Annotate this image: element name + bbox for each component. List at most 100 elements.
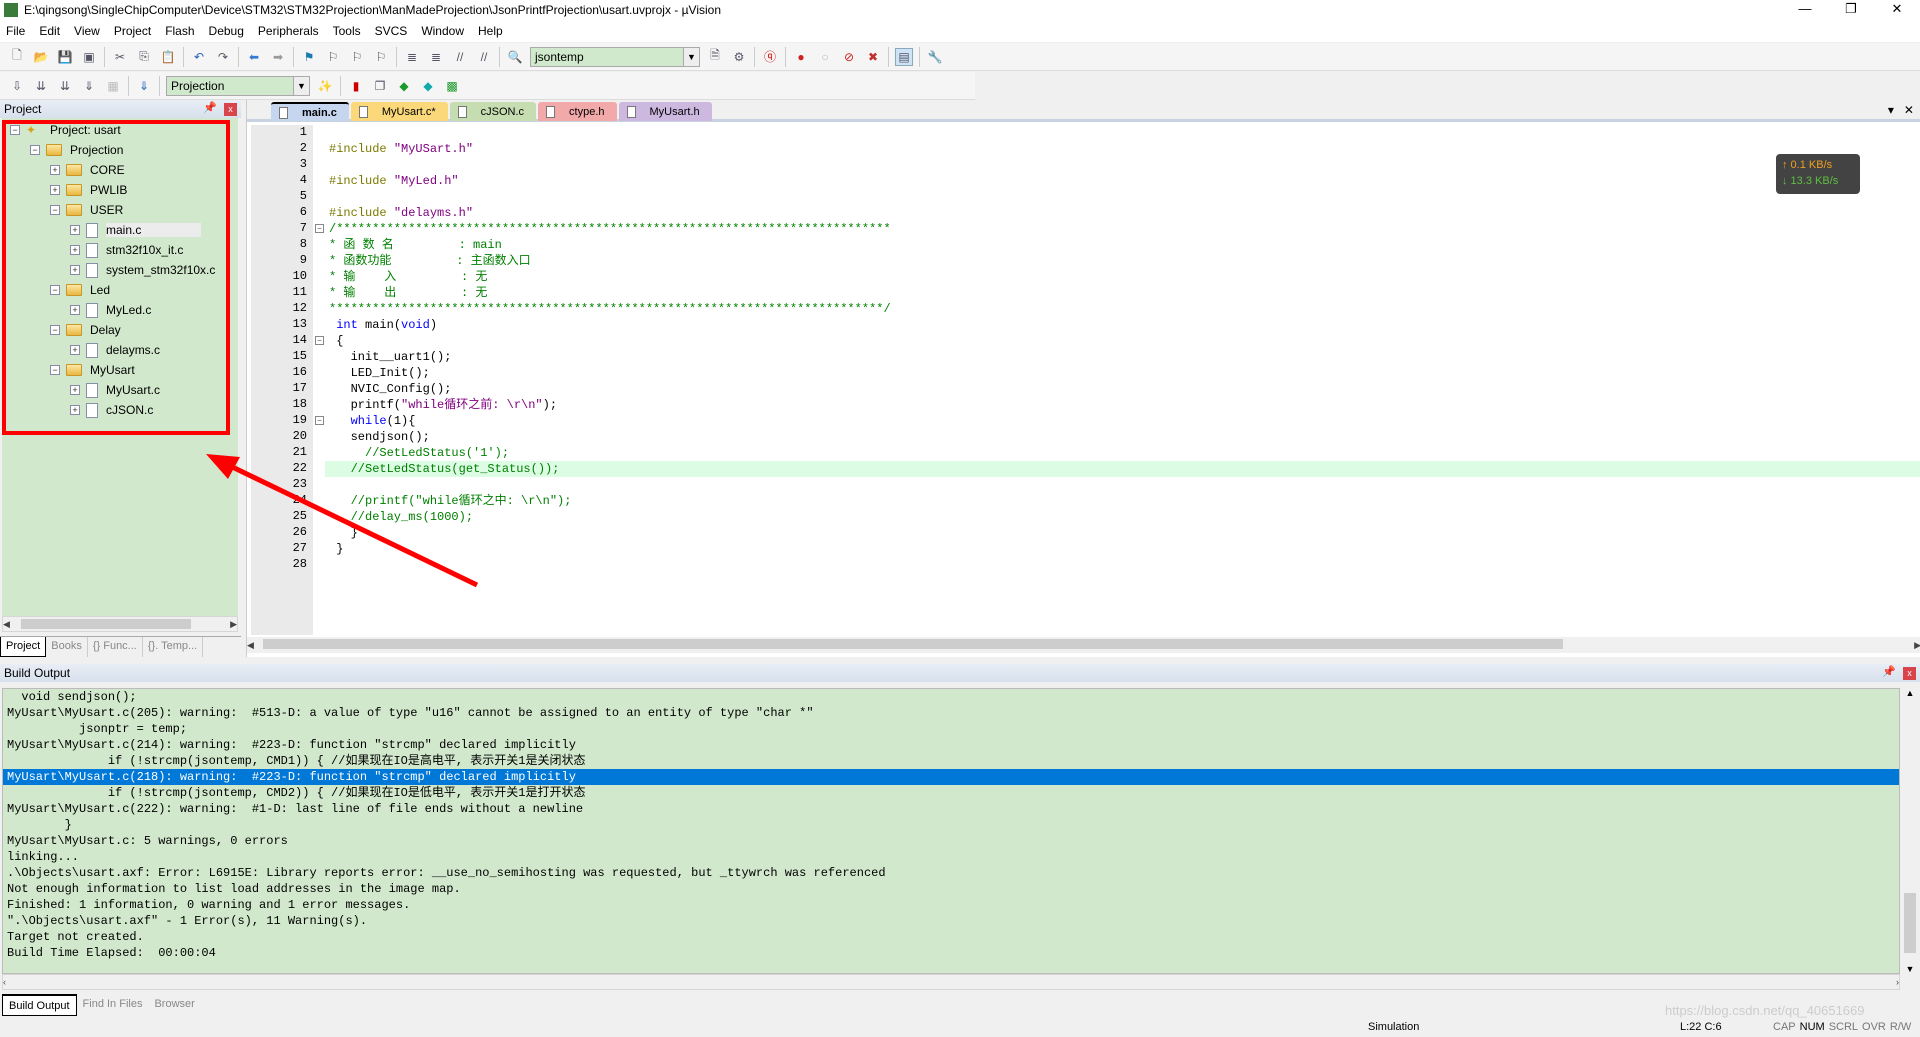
select-software-packs-icon[interactable]: ◆ [419, 77, 437, 95]
close-button[interactable]: ✕ [1874, 0, 1920, 18]
nav-back-icon[interactable]: ⬅ [245, 48, 263, 66]
panel-tab-3[interactable]: {}. Temp... [143, 637, 204, 657]
chevron-down-icon[interactable]: ▼ [683, 47, 699, 66]
menu-window[interactable]: Window [421, 24, 464, 38]
breakpoint-icon[interactable]: ● [792, 48, 810, 66]
menu-debug[interactable]: Debug [209, 24, 244, 38]
scroll-right-icon[interactable]: ▶ [230, 619, 237, 630]
indent-icon[interactable]: ≣ [403, 48, 421, 66]
clear-bookmarks-icon[interactable]: ⚐ [372, 48, 390, 66]
kill-breakpoints-icon[interactable]: ✖ [864, 48, 882, 66]
menu-tools[interactable]: Tools [333, 24, 361, 38]
comment-icon[interactable]: // [451, 48, 469, 66]
build-output-hscrollbar[interactable]: ‹ › [2, 974, 1900, 990]
debug-session-icon[interactable]: ⓠ [761, 48, 779, 66]
find-in-files-icon[interactable]: 🔍 [506, 48, 524, 66]
new-file-icon[interactable]: 🗋 [8, 48, 26, 66]
disable-breakpoint-icon[interactable]: ○ [816, 48, 834, 66]
pin-icon[interactable]: 📌 [1882, 665, 1896, 678]
save-icon[interactable]: 💾 [56, 48, 74, 66]
disable-all-breakpoints-icon[interactable]: ⊘ [840, 48, 858, 66]
fold-toggle-icon[interactable]: − [315, 336, 324, 345]
open-file-icon[interactable]: 📂 [32, 48, 50, 66]
run-time-environment-icon[interactable]: ▩ [443, 77, 461, 95]
rebuild-icon[interactable]: ⇊ [56, 77, 74, 95]
close-panel-icon[interactable]: x [224, 103, 237, 116]
editor-tab-controls[interactable]: ▾ ✕ [1888, 103, 1914, 117]
save-all-icon[interactable]: ▣ [80, 48, 98, 66]
load-icon[interactable]: ⇓ [135, 77, 153, 95]
code-area[interactable]: #include "MyUSart.h" #include "MyLed.h" #i… [325, 125, 1920, 635]
line-number: 6 [299, 205, 307, 219]
target-combo[interactable]: Projection ▼ [166, 75, 310, 96]
tab-cjson-c[interactable]: cJSON.c [449, 102, 537, 121]
menu-peripherals[interactable]: Peripherals [258, 24, 319, 38]
scroll-down-icon[interactable]: ▼ [1902, 964, 1918, 974]
unindent-icon[interactable]: ≣ [427, 48, 445, 66]
incremental-find-icon[interactable]: 🗎 [706, 48, 724, 66]
scroll-thumb[interactable] [1904, 893, 1916, 953]
fold-toggle-icon[interactable]: − [315, 224, 324, 233]
code-line: #include "MyLed.h" [325, 173, 1920, 189]
output-tab-build-output[interactable]: Build Output [2, 994, 77, 1016]
stop-build-icon[interactable]: ▦ [104, 77, 122, 95]
scroll-right-icon[interactable]: › [1896, 977, 1899, 987]
menu-view[interactable]: View [74, 24, 100, 38]
bookmark-icon[interactable]: ⚑ [300, 48, 318, 66]
prev-bookmark-icon[interactable]: ⚐ [324, 48, 342, 66]
tab-main-c[interactable]: main.c [271, 102, 349, 121]
menu-flash[interactable]: Flash [165, 24, 194, 38]
scroll-thumb[interactable] [21, 619, 191, 629]
code-line: * 输 出 : 无 [325, 285, 1920, 301]
scroll-thumb[interactable] [263, 639, 1563, 649]
build-output-text[interactable]: void sendjson(); MyUsart\MyUsart.c(205): … [2, 688, 1900, 974]
scroll-left-icon[interactable]: ‹ [3, 977, 6, 987]
target-options-icon[interactable]: ✨ [316, 77, 334, 95]
scroll-left-icon[interactable]: ◀ [247, 640, 254, 651]
translate-icon[interactable]: ⇩ [8, 77, 26, 95]
panel-tab-1[interactable]: Books [46, 637, 88, 657]
undo-icon[interactable]: ↶ [190, 48, 208, 66]
build-icon[interactable]: ⇊ [32, 77, 50, 95]
uncomment-icon[interactable]: // [475, 48, 493, 66]
panel-tab-0[interactable]: Project [0, 637, 47, 657]
tab-myusart-h[interactable]: MyUsart.h [618, 102, 712, 121]
minimize-button[interactable]: — [1782, 0, 1828, 18]
file-extensions-icon[interactable]: ❐ [371, 77, 389, 95]
batch-build-icon[interactable]: ⇓ [80, 77, 98, 95]
restore-button[interactable]: ❐ [1828, 0, 1874, 18]
paste-icon[interactable]: 📋 [159, 48, 177, 66]
redo-icon[interactable]: ↷ [214, 48, 232, 66]
project-hscrollbar[interactable]: ◀ ▶ [2, 616, 238, 632]
pin-icon[interactable]: 📌 [203, 101, 217, 114]
find-combo[interactable]: jsontemp ▼ [530, 46, 700, 67]
fold-toggle-icon[interactable]: − [315, 416, 324, 425]
output-line: ".\Objects\usart.axf" - 1 Error(s), 11 W… [7, 914, 368, 928]
line-number: 13 [292, 317, 307, 331]
panel-tab-2[interactable]: {} Func... [88, 637, 143, 657]
build-output-vscrollbar[interactable]: ▲ ▼ [1902, 688, 1918, 974]
scroll-left-icon[interactable]: ◀ [3, 619, 10, 630]
menu-help[interactable]: Help [478, 24, 503, 38]
browse-icon[interactable]: ⚙ [730, 48, 748, 66]
copy-icon[interactable]: ⎘ [135, 48, 153, 66]
output-tab-find-in-files[interactable]: Find In Files [77, 994, 149, 1016]
close-panel-icon[interactable]: x [1903, 667, 1916, 680]
nav-forward-icon[interactable]: ➡ [269, 48, 287, 66]
configure-icon[interactable]: 🔧 [926, 48, 944, 66]
output-tab-browser[interactable]: Browser [148, 994, 200, 1016]
menu-file[interactable]: File [6, 24, 25, 38]
tab-myusart-c-[interactable]: MyUsart.c* [350, 102, 448, 121]
menu-svcs[interactable]: SVCS [375, 24, 408, 38]
manage-components-icon[interactable]: ▮ [347, 77, 365, 95]
next-bookmark-icon[interactable]: ⚐ [348, 48, 366, 66]
window-layout-icon[interactable]: ▤ [895, 47, 913, 66]
tab-ctype-h[interactable]: ctype.h [538, 102, 617, 121]
scroll-right-icon[interactable]: ▶ [1914, 640, 1920, 651]
menu-project[interactable]: Project [114, 24, 151, 38]
chevron-down-icon[interactable]: ▼ [293, 76, 309, 95]
menu-edit[interactable]: Edit [39, 24, 60, 38]
pack-installer-icon[interactable]: ◆ [395, 77, 413, 95]
editor-hscrollbar[interactable]: ◀ ▶ [247, 637, 1920, 653]
cut-icon[interactable]: ✂ [111, 48, 129, 66]
